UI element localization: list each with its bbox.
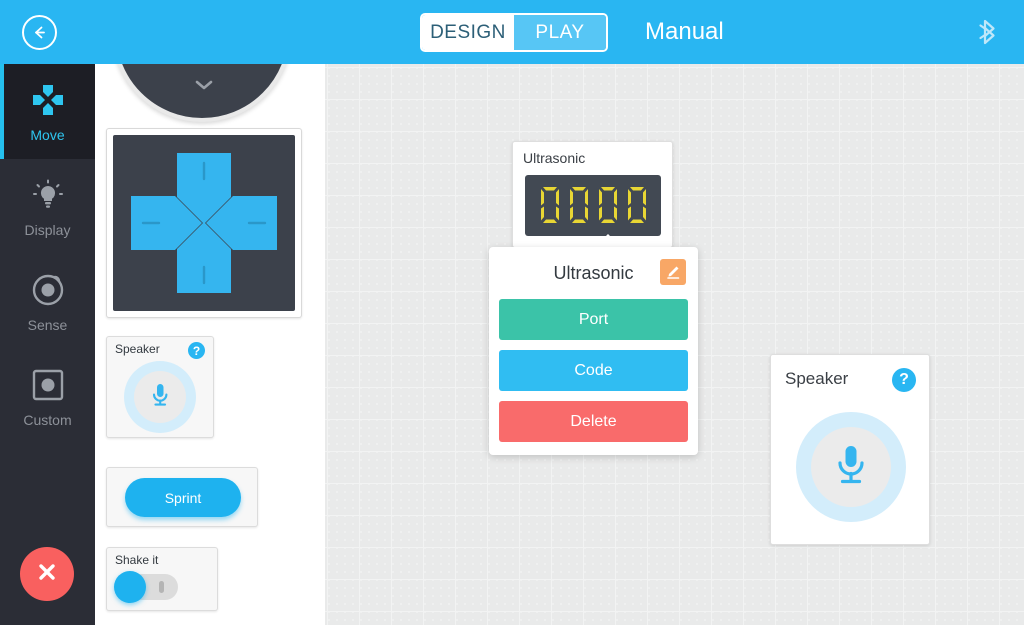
close-x-icon	[34, 559, 60, 590]
back-arrow-icon	[30, 23, 49, 42]
sidebar-item-move[interactable]: Move	[0, 64, 95, 159]
palette-item-label: Shake it	[115, 553, 159, 567]
square-dot-icon	[28, 365, 68, 405]
lightbulb-icon	[28, 175, 68, 215]
mode-toggle: DESIGN PLAY	[420, 13, 608, 52]
delete-button[interactable]: Delete	[499, 401, 688, 442]
microphone-icon	[148, 381, 172, 414]
sidebar-item-display[interactable]: Display	[0, 159, 95, 254]
top-bar: DESIGN PLAY Manual	[0, 0, 1024, 64]
palette-item-sprint[interactable]: Sprint	[106, 467, 258, 527]
palette-item-joystick[interactable]	[112, 64, 292, 122]
sidebar-item-label: Custom	[23, 412, 72, 428]
popup-pointer	[594, 234, 622, 248]
widget-title: Speaker	[785, 369, 849, 388]
dpad-icon	[131, 153, 277, 293]
palette-item-label: Speaker	[115, 342, 160, 356]
tab-play[interactable]: PLAY	[514, 15, 606, 50]
sidebar-item-label: Move	[30, 127, 65, 143]
popup-header: Ultrasonic	[489, 247, 698, 299]
palette-item-dpad[interactable]	[106, 128, 302, 318]
sensor-icon	[28, 270, 68, 310]
sprint-button[interactable]: Sprint	[125, 478, 241, 517]
palette-item-shake[interactable]: Shake it	[106, 547, 218, 611]
speaker-widget[interactable]: Speaker ?	[770, 354, 930, 545]
bluetooth-icon[interactable]	[972, 14, 1006, 50]
sidebar-item-sense[interactable]: Sense	[0, 254, 95, 349]
manual-label: Manual	[645, 18, 724, 45]
palette-item-speaker[interactable]: Speaker ?	[106, 336, 214, 438]
segment-digit	[625, 185, 649, 227]
close-button[interactable]	[20, 547, 74, 601]
joystick-dial[interactable]	[112, 64, 292, 122]
segment-digit	[567, 185, 591, 227]
speaker-inner-circle	[134, 371, 186, 423]
app-root: DESIGN PLAY Manual Move Display Sense Cu…	[0, 0, 1024, 625]
chevron-down-icon	[194, 78, 214, 96]
help-icon[interactable]: ?	[188, 342, 205, 359]
dpad-pad[interactable]	[113, 135, 295, 311]
help-icon[interactable]: ?	[892, 368, 916, 392]
back-button[interactable]	[22, 15, 57, 50]
toggle-bar	[159, 581, 164, 593]
widget-title: Ultrasonic	[523, 150, 586, 166]
shake-toggle[interactable]	[114, 571, 178, 603]
speaker-rings	[796, 412, 906, 522]
sidebar-item-custom[interactable]: Custom	[0, 349, 95, 444]
code-button[interactable]: Code	[499, 350, 688, 391]
edit-pencil-icon[interactable]	[660, 259, 686, 285]
ultrasonic-widget[interactable]: Ultrasonic	[512, 141, 673, 248]
microphone-icon	[832, 442, 870, 493]
segment-digit	[538, 185, 562, 227]
port-button[interactable]: Port	[499, 299, 688, 340]
sidebar-item-label: Sense	[27, 317, 68, 333]
tab-design[interactable]: DESIGN	[422, 15, 514, 50]
seven-segment-display	[525, 175, 661, 236]
toggle-knob	[114, 571, 146, 603]
speaker-inner-circle[interactable]	[811, 427, 891, 507]
popup-title: Ultrasonic	[553, 262, 634, 283]
dpad-icon	[28, 80, 68, 120]
widget-palette: Speaker ? Sprint Shake it	[95, 64, 325, 625]
widget-context-menu: Ultrasonic Port Code Delete	[489, 247, 698, 455]
segment-digit	[596, 185, 620, 227]
sidebar: Move Display Sense Custom	[0, 64, 95, 625]
speaker-rings	[124, 361, 196, 433]
sidebar-item-label: Display	[24, 222, 71, 238]
